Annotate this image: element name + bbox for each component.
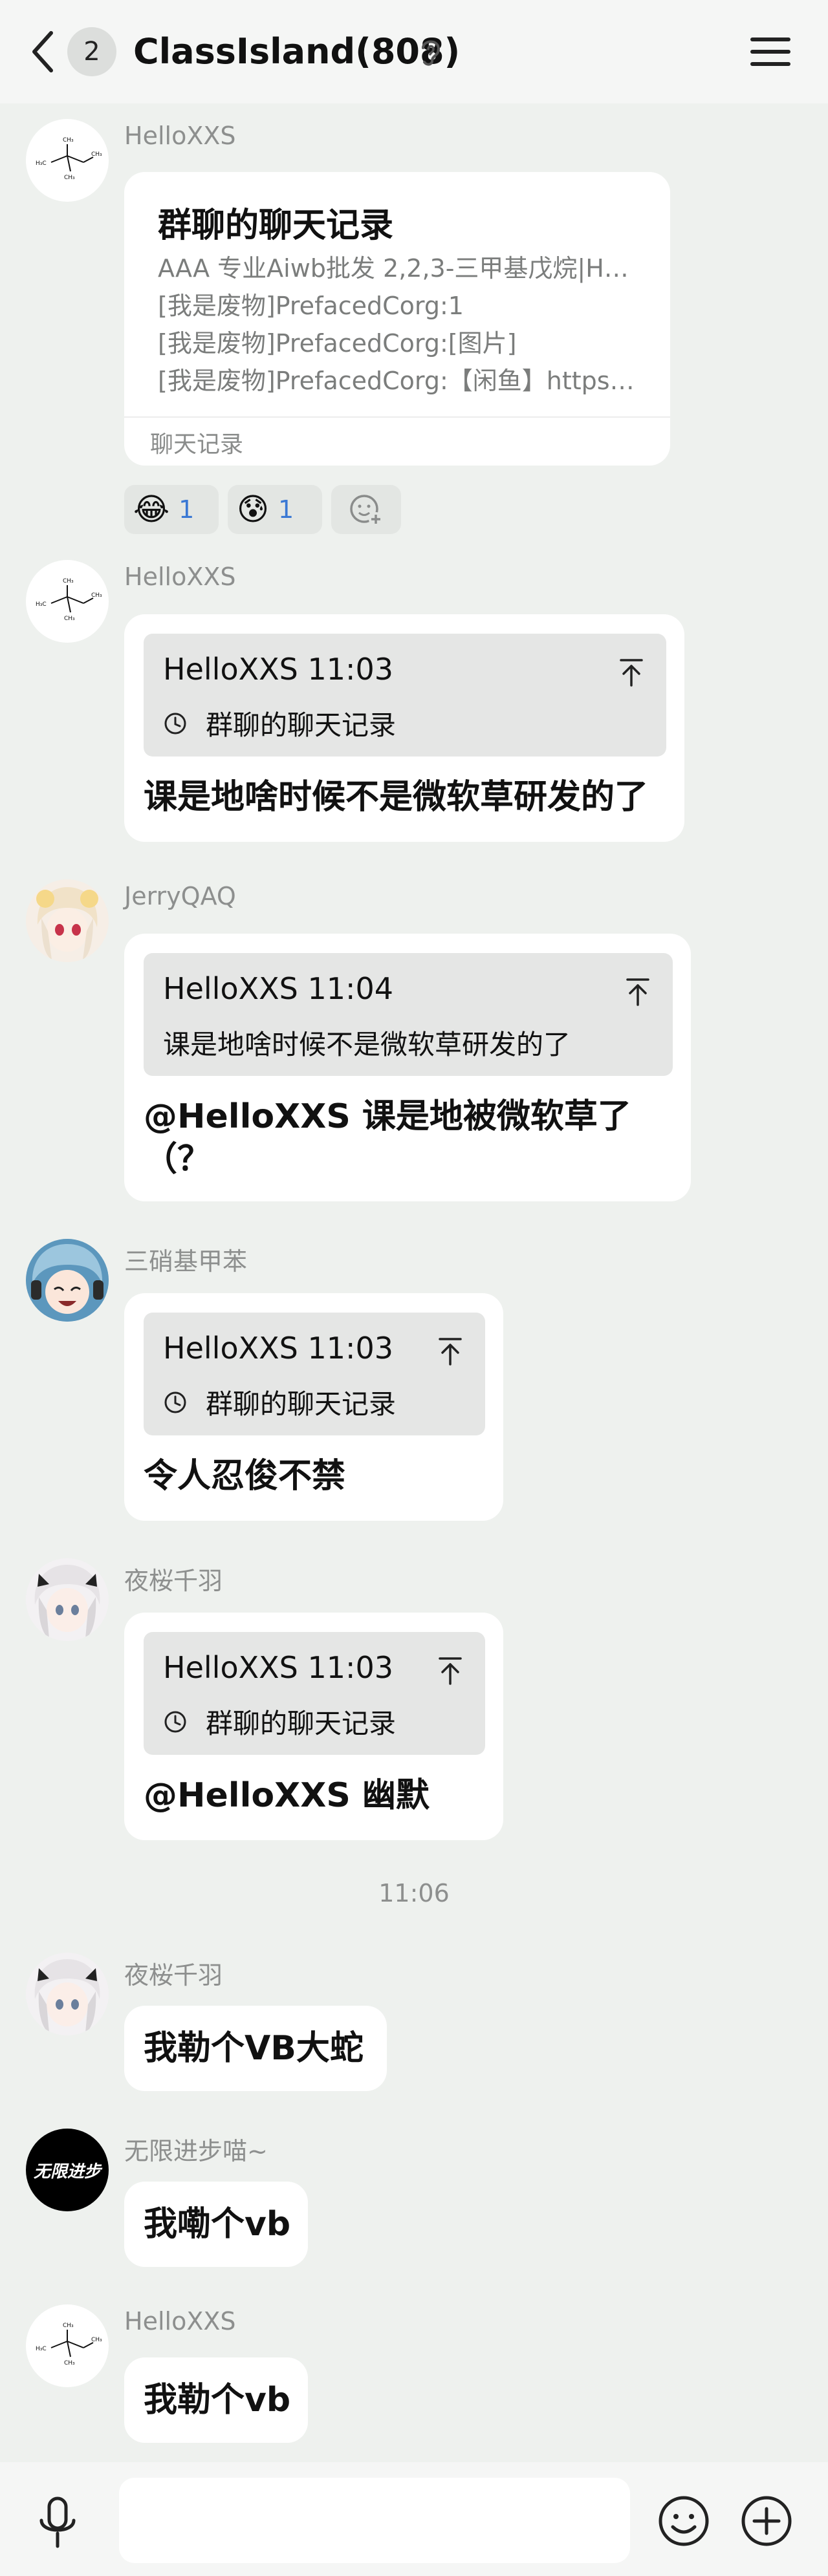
avatar-helloxxs[interactable]: CH₃ H₃C CH₃ CH₃: [26, 119, 109, 202]
molecule-avatar-icon: CH₃ H₃C CH₃ CH₃: [36, 137, 102, 181]
jump-to-original-icon[interactable]: [437, 1655, 463, 1686]
sender-name: HelloXXS: [124, 563, 236, 591]
laughing-emoji-icon: 😂: [133, 491, 170, 528]
message-text: 令人忍俊不禁: [144, 1457, 346, 1496]
avatar-wuxianjinbu[interactable]: 无限进步: [26, 2129, 109, 2211]
avatar-trinitrotoluene[interactable]: [26, 1239, 109, 1322]
add-emoji-icon: [350, 495, 383, 526]
anime-girl-avatar-icon: [26, 879, 109, 962]
reply-message-bubble[interactable]: HelloXXS 11:03 群聊的聊天记录 课是地啥时候不是微软草研发的了: [124, 614, 684, 842]
quote-body-text: 群聊的聊天记录: [206, 709, 397, 741]
avatar-jerryqaq[interactable]: [26, 879, 109, 962]
anime-girl-avatar-icon: [26, 1953, 109, 2035]
reaction-count: 1: [278, 495, 294, 524]
sender-name: HelloXXS: [124, 2307, 236, 2335]
card-line: [我是废物]PrefacedCorg:1: [158, 292, 464, 320]
reply-message-bubble[interactable]: HelloXXS 11:03 群聊的聊天记录 @HelloXXS 幽默: [124, 1613, 503, 1840]
message-text-line: （？: [144, 1140, 212, 1179]
clock-icon: [164, 713, 186, 734]
svg-text:H₃C: H₃C: [36, 160, 47, 167]
message-text: 课是地啥时候不是微软草研发的了: [144, 778, 649, 817]
svg-text:CH₃: CH₃: [64, 175, 75, 181]
plus-icon[interactable]: [740, 2495, 793, 2548]
quoted-message[interactable]: HelloXXS 11:03 群聊的聊天记录: [144, 1313, 485, 1435]
avatar-helloxxs[interactable]: CH₃ H₃C CH₃ CH₃: [26, 560, 109, 643]
quote-body-text: 群聊的聊天记录: [206, 1388, 397, 1420]
message-text-line: @HelloXXS 课是地被微软草了: [144, 1097, 631, 1136]
anime-boy-avatar-icon: [26, 1239, 109, 1322]
svg-text:CH₃: CH₃: [64, 616, 75, 622]
avatar-yezakura-chiha[interactable]: [26, 1953, 109, 2035]
avatar-helloxxs[interactable]: CH₃ H₃C CH₃ CH₃: [26, 2304, 109, 2387]
message-text: 我勒个vb: [144, 2381, 291, 2420]
add-reaction-button[interactable]: [331, 485, 401, 534]
card-line: [我是废物]PrefacedCorg:[图片]: [158, 329, 517, 358]
forwarded-chat-card[interactable]: 群聊的聊天记录 AAA 专业Aiwb批发 2,2,3-三甲基戊烷|H… [我是废…: [124, 172, 670, 466]
reply-message-bubble[interactable]: HelloXXS 11:03 群聊的聊天记录 令人忍俊不禁: [124, 1293, 503, 1521]
message-input[interactable]: [119, 2478, 630, 2563]
sender-name: 无限进步喵~: [124, 2137, 268, 2165]
back-button[interactable]: [26, 27, 58, 76]
quote-author-time: HelloXXS 11:03: [163, 652, 394, 687]
quote-body-text: 课是地啥时候不是微软草研发的了: [163, 1029, 571, 1060]
chat-header: 2 ClassIsland(808): [0, 0, 828, 103]
card-line: [我是废物]PrefacedCorg:【闲鱼】https…: [158, 367, 635, 395]
svg-text:CH₃: CH₃: [63, 137, 74, 144]
svg-text:H₃C: H₃C: [36, 601, 47, 608]
card-footer-label: 聊天记录: [150, 431, 244, 458]
svg-text:CH₃: CH₃: [64, 2360, 75, 2367]
clock-icon: [164, 1711, 186, 1732]
clock-icon: [164, 1391, 186, 1413]
card-divider: [124, 416, 670, 418]
jump-to-original-icon[interactable]: [625, 976, 651, 1007]
chat-title: ClassIsland(808): [133, 31, 461, 72]
quote-body-text: 群聊的聊天记录: [206, 1708, 397, 1739]
reaction-anxious[interactable]: 😰 1: [228, 485, 322, 534]
sender-name: 夜桜千羽: [124, 1567, 223, 1595]
svg-text:CH₃: CH₃: [91, 592, 102, 599]
svg-text:CH₃: CH₃: [91, 151, 102, 158]
reply-message-bubble[interactable]: HelloXXS 11:04 课是地啥时候不是微软草研发的了 @HelloXXS…: [124, 934, 691, 1201]
emoji-icon[interactable]: [657, 2495, 710, 2548]
quote-author-time: HelloXXS 11:04: [163, 971, 394, 1006]
reaction-count: 1: [179, 495, 195, 524]
jump-to-original-icon[interactable]: [437, 1336, 463, 1367]
avatar-yezakura-chiha[interactable]: [26, 1558, 109, 1641]
sender-name: JerryQAQ: [124, 882, 236, 910]
card-line: AAA 专业Aiwb批发 2,2,3-三甲基戊烷|H…: [158, 254, 629, 283]
molecule-avatar-icon: CH₃ H₃C CH₃ CH₃: [36, 2323, 102, 2367]
reaction-laugh[interactable]: 😂 1: [124, 485, 219, 534]
sender-name: HelloXXS: [124, 122, 236, 150]
quoted-message[interactable]: HelloXXS 11:04 课是地啥时候不是微软草研发的了: [144, 953, 673, 1076]
sender-name: 夜桜千羽: [124, 1961, 223, 1990]
jump-to-original-icon[interactable]: [618, 657, 644, 688]
microphone-icon[interactable]: [35, 2493, 80, 2551]
message-text: 我嘞个vb: [144, 2205, 291, 2244]
anxious-emoji-icon: 😰: [237, 491, 270, 528]
input-bar: [0, 2462, 828, 2576]
menu-icon[interactable]: [748, 32, 793, 71]
message-text: @HelloXXS 幽默: [144, 1776, 430, 1815]
molecule-avatar-icon: CH₃ H₃C CH₃ CH₃: [36, 578, 102, 622]
anime-girl-avatar-icon: [26, 1558, 109, 1641]
ear-icon: [422, 40, 441, 66]
unread-count-badge[interactable]: 2: [67, 27, 116, 76]
svg-text:CH₃: CH₃: [91, 2337, 102, 2343]
message-bubble[interactable]: 我勒个vb: [124, 2357, 308, 2443]
time-separator: 11:06: [378, 1879, 450, 1907]
message-text: 我勒个VB大蛇: [144, 2029, 364, 2068]
quote-author-time: HelloXXS 11:03: [163, 1650, 394, 1685]
svg-text:H₃C: H₃C: [36, 2346, 47, 2352]
message-bubble[interactable]: 我嘞个vb: [124, 2182, 308, 2267]
card-title: 群聊的聊天记录: [158, 206, 394, 245]
chevron-left-icon: [32, 31, 53, 72]
quoted-message[interactable]: HelloXXS 11:03 群聊的聊天记录: [144, 1632, 485, 1755]
svg-text:CH₃: CH₃: [63, 2323, 74, 2329]
quote-author-time: HelloXXS 11:03: [163, 1331, 394, 1366]
message-bubble[interactable]: 我勒个VB大蛇: [124, 2006, 387, 2091]
quoted-message[interactable]: HelloXXS 11:03 群聊的聊天记录: [144, 634, 666, 757]
sender-name: 三硝基甲苯: [124, 1247, 248, 1276]
avatar-logo-text: 无限进步: [33, 2162, 101, 2182]
svg-text:CH₃: CH₃: [63, 578, 74, 585]
